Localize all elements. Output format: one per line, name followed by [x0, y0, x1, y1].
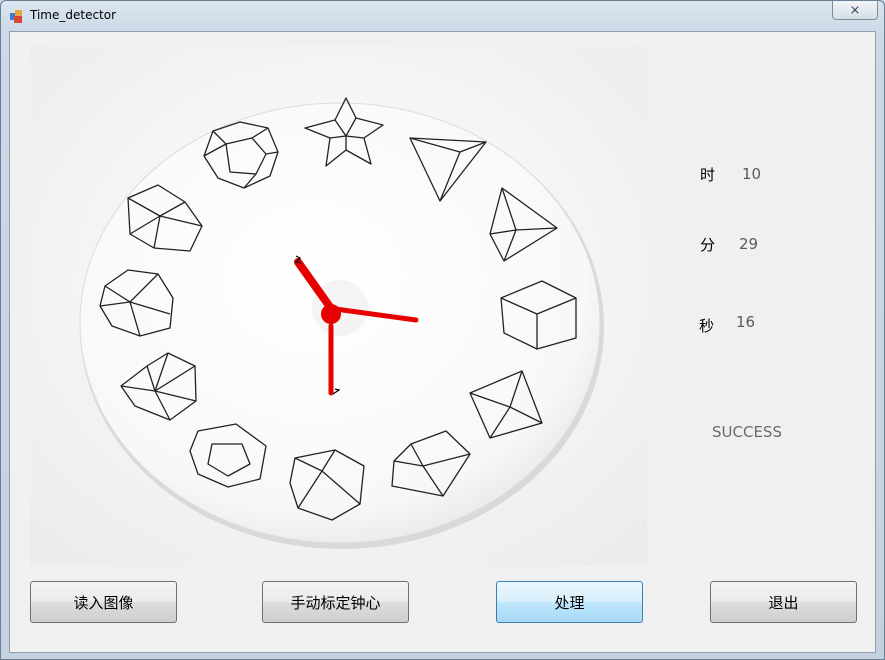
title-bar[interactable]: Time_detector ⨯ [1, 1, 884, 31]
minute-value: 29 [739, 235, 759, 253]
window-title: Time_detector [30, 8, 117, 22]
hour-label: 时 [700, 166, 716, 184]
second-label: 秒 [699, 317, 715, 335]
calibrate-center-button[interactable]: 手动标定钟心 [262, 581, 409, 623]
status-text: SUCCESS [712, 423, 782, 441]
process-button[interactable]: 处理 [496, 581, 643, 623]
close-icon: ⨯ [849, 2, 861, 18]
clock-image [30, 46, 647, 566]
second-value: 16 [736, 313, 756, 331]
app-window: Time_detector ⨯ 时 10 分 29 秒 16 SUCCESS 读… [0, 0, 885, 660]
close-button[interactable]: ⨯ [832, 1, 878, 20]
exit-button[interactable]: 退出 [710, 581, 857, 623]
calibrate-center-label: 手动标定钟心 [290, 593, 381, 612]
process-label: 处理 [554, 593, 585, 612]
minute-label: 分 [700, 236, 716, 254]
center-hub [321, 304, 341, 324]
hour-value: 10 [742, 165, 762, 183]
client-area: 时 10 分 29 秒 16 SUCCESS 读入图像 手动标定钟心 处理 退出 [9, 31, 876, 653]
exit-label: 退出 [768, 593, 799, 612]
load-image-label: 读入图像 [73, 593, 134, 612]
load-image-button[interactable]: 读入图像 [30, 581, 177, 623]
app-icon [10, 10, 22, 23]
clock-picture [30, 46, 647, 566]
